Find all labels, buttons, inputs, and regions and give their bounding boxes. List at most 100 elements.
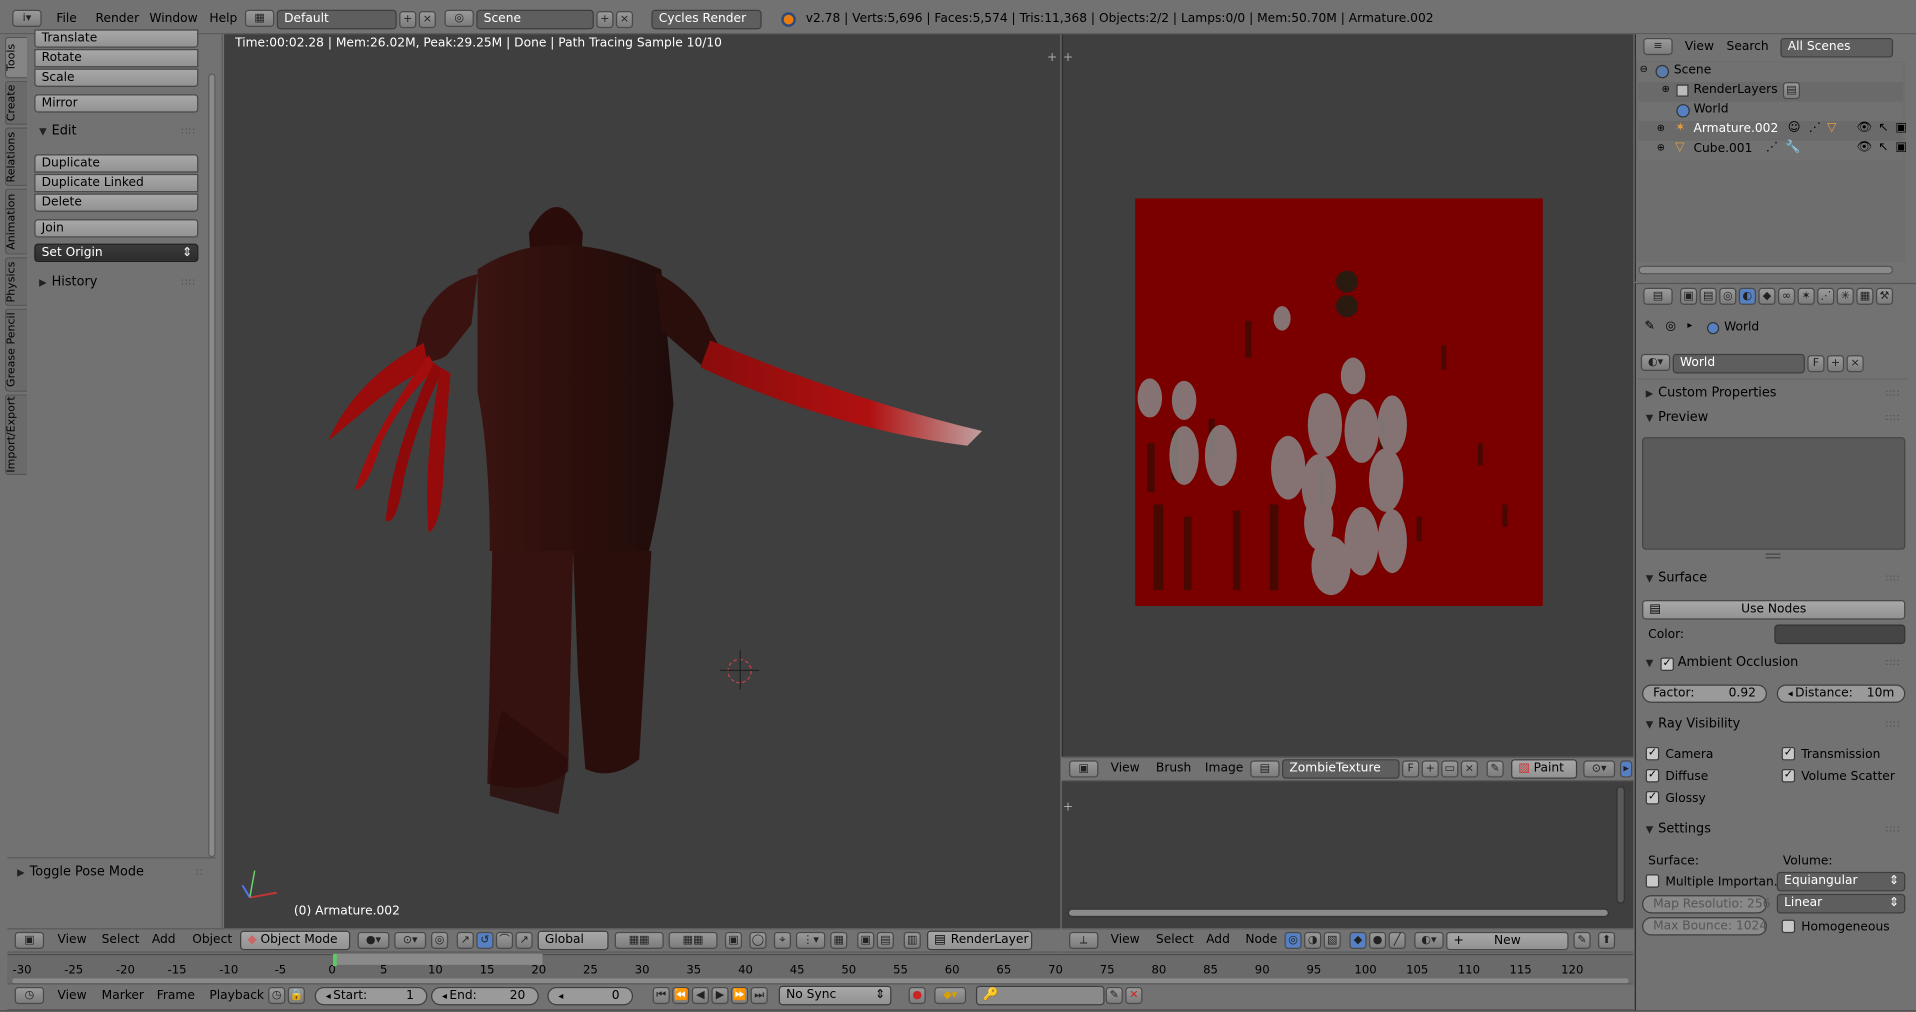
- render-layer-toggle-icon[interactable]: ▥: [903, 931, 921, 949]
- ray-visibility-header[interactable]: ▼ Ray Visibility: [1646, 716, 1741, 731]
- armature-selectable-icon[interactable]: ↖: [1878, 121, 1888, 134]
- image-mode-select[interactable]: ▨ Paint: [1511, 759, 1578, 779]
- outliner-label-scene[interactable]: Scene: [1674, 64, 1711, 77]
- image-name-field[interactable]: ZombieTexture: [1282, 759, 1400, 779]
- play-reverse-icon[interactable]: ◀: [691, 986, 709, 1005]
- node-menu-node[interactable]: Node: [1245, 933, 1277, 946]
- prop-tab-world-icon[interactable]: ◐: [1738, 287, 1756, 305]
- world-color-swatch[interactable]: [1774, 624, 1906, 645]
- proportional-edit-icon[interactable]: ◯: [749, 931, 767, 949]
- outliner-label-renderlayers[interactable]: RenderLayers: [1693, 83, 1777, 96]
- shader-linestyle-icon[interactable]: ╱: [1388, 931, 1406, 949]
- surface-header[interactable]: ▼ Surface: [1646, 571, 1707, 586]
- lock-range-icon[interactable]: 🔒: [287, 986, 305, 1005]
- widget-toggle-icon[interactable]: ◎: [431, 931, 449, 949]
- screen-layout-field[interactable]: Default: [276, 9, 397, 30]
- world-fake-user-button[interactable]: F: [1807, 355, 1825, 373]
- manipulator-icon[interactable]: ↗: [515, 931, 533, 949]
- cube-selectable-icon[interactable]: ↖: [1878, 141, 1888, 154]
- tool-shelf-scrollbar[interactable]: [208, 73, 216, 858]
- ao-distance-field[interactable]: ◂ Distance: 10m: [1776, 684, 1906, 703]
- timeline-menu-playback[interactable]: Playback: [209, 989, 264, 1002]
- outliner-hscroll[interactable]: [1638, 265, 1894, 275]
- tab-relations[interactable]: Relations: [4, 127, 27, 187]
- ray-volume-scatter-checkbox[interactable]: ✓: [1781, 768, 1796, 783]
- node-editor-corner-grip[interactable]: +: [1063, 801, 1073, 814]
- rotate-button[interactable]: Rotate: [34, 48, 199, 68]
- properties-pin-icon[interactable]: ✎: [1645, 320, 1655, 333]
- surface-grip[interactable]: ∷∷: [1886, 573, 1901, 584]
- outliner-label-cube[interactable]: Cube.001: [1693, 142, 1752, 155]
- preview-resize-grip[interactable]: [1765, 553, 1781, 559]
- edit-panel-header[interactable]: ▼ Edit: [39, 124, 76, 139]
- node-editor[interactable]: [1061, 781, 1634, 929]
- operator-panel-grip[interactable]: ∷: [196, 867, 203, 878]
- preview-range-icon[interactable]: ◷: [268, 986, 286, 1005]
- outliner-expand-cube[interactable]: ⊕: [1657, 142, 1665, 153]
- translate-button[interactable]: Translate: [34, 29, 199, 48]
- history-panel-header[interactable]: ▶ History: [39, 274, 97, 289]
- ambient-occlusion-grip[interactable]: ∷∷: [1886, 658, 1901, 669]
- shader-type-line-icon[interactable]: ▧: [1323, 931, 1341, 949]
- scale-widget-icon[interactable]: ⌒: [495, 931, 514, 949]
- prop-tab-scene-icon[interactable]: ◎: [1719, 287, 1737, 305]
- menu-render[interactable]: Render: [96, 12, 140, 25]
- tab-grease-pencil[interactable]: Grease Pencil: [4, 308, 27, 392]
- node-editor-vscroll[interactable]: [1616, 786, 1625, 904]
- node-editor-hscroll[interactable]: [1067, 908, 1609, 918]
- mode-select[interactable]: ◆ Object Mode: [240, 930, 351, 951]
- armature-visibility-eye-icon[interactable]: 👁: [1856, 121, 1872, 134]
- editor-type-image-icon[interactable]: ▣: [1068, 760, 1099, 778]
- auto-keying-icon[interactable]: ●: [908, 986, 926, 1005]
- lock-layers-icon[interactable]: ▣: [724, 931, 743, 949]
- armature-renderable-icon[interactable]: ▣: [1896, 121, 1908, 134]
- ray-transmission-checkbox[interactable]: ✓: [1781, 746, 1796, 761]
- image-open-icon[interactable]: ▭: [1441, 760, 1459, 778]
- ray-camera-checkbox[interactable]: ✓: [1645, 746, 1660, 761]
- insert-keyframe-icon[interactable]: ✎: [1105, 986, 1123, 1005]
- outliner-expand-renderlayers[interactable]: ⊕: [1662, 83, 1670, 94]
- jump-keyframe-forward-icon[interactable]: ⏩: [731, 986, 749, 1005]
- preview-grip[interactable]: ∷∷: [1886, 413, 1901, 424]
- world-browse-icon[interactable]: ◐▾: [1640, 353, 1671, 372]
- end-frame-field[interactable]: ◂ End: 20: [431, 986, 539, 1006]
- image-browse-icon[interactable]: ▤: [1250, 760, 1280, 778]
- image-fake-user-button[interactable]: F: [1402, 760, 1420, 778]
- image-new-icon[interactable]: +: [1421, 760, 1439, 778]
- pivot-point-icon[interactable]: ⊙▾: [394, 931, 427, 949]
- shader-type-world-icon[interactable]: ◑: [1304, 931, 1322, 949]
- node-menu-add[interactable]: Add: [1206, 933, 1230, 946]
- viewport-menu-view[interactable]: View: [58, 933, 87, 946]
- use-nodes-button[interactable]: ▤ Use Nodes: [1642, 600, 1906, 620]
- shader-type-object-icon[interactable]: ◎: [1284, 931, 1302, 949]
- settings-grip[interactable]: ∷∷: [1886, 824, 1901, 835]
- opengl-anim-icon[interactable]: ▤: [876, 931, 894, 949]
- render-engine-select[interactable]: Cycles Render: [651, 9, 762, 30]
- viewport-shading-icon[interactable]: ●▾: [357, 931, 390, 949]
- prop-tab-particles-icon[interactable]: ⚒: [1875, 287, 1894, 305]
- editor-type-outliner-icon[interactable]: ≡: [1643, 37, 1673, 56]
- volume-sampling-select[interactable]: Equiangular ⇕: [1776, 871, 1906, 892]
- active-keying-set-field[interactable]: 🔑: [975, 985, 1105, 1006]
- editor-type-properties-icon[interactable]: ▤: [1643, 287, 1673, 305]
- menu-window[interactable]: Window: [149, 12, 197, 25]
- snap-icon[interactable]: ⌖: [773, 931, 792, 949]
- new-node-tree-button[interactable]: + New: [1446, 931, 1569, 951]
- image-pin-icon[interactable]: ✎: [1486, 760, 1504, 778]
- tab-import-export[interactable]: Import/Export: [4, 394, 27, 476]
- jump-keyframe-back-icon[interactable]: ⏪: [672, 986, 690, 1005]
- cube-visibility-eye-icon[interactable]: 👁: [1856, 141, 1872, 154]
- current-frame-field[interactable]: ◂ 0: [547, 986, 634, 1006]
- current-frame-marker[interactable]: [333, 953, 337, 967]
- scene-icon[interactable]: ◎: [444, 9, 474, 27]
- add-scene-icon[interactable]: +: [596, 11, 614, 29]
- prop-tab-constraints-icon[interactable]: ∞: [1777, 287, 1796, 305]
- prop-tab-texture-icon[interactable]: ▦: [1856, 287, 1874, 305]
- outliner-menu-search[interactable]: Search: [1727, 40, 1769, 53]
- transform-orientation-select[interactable]: Global: [537, 930, 609, 951]
- tab-physics[interactable]: Physics: [4, 257, 27, 307]
- ambient-occlusion-header[interactable]: ▼ Ambient Occlusion: [1646, 655, 1799, 670]
- viewport-menu-add[interactable]: Add: [152, 933, 176, 946]
- timeline-menu-view[interactable]: View: [58, 989, 87, 1002]
- viewport-menu-select[interactable]: Select: [102, 933, 140, 946]
